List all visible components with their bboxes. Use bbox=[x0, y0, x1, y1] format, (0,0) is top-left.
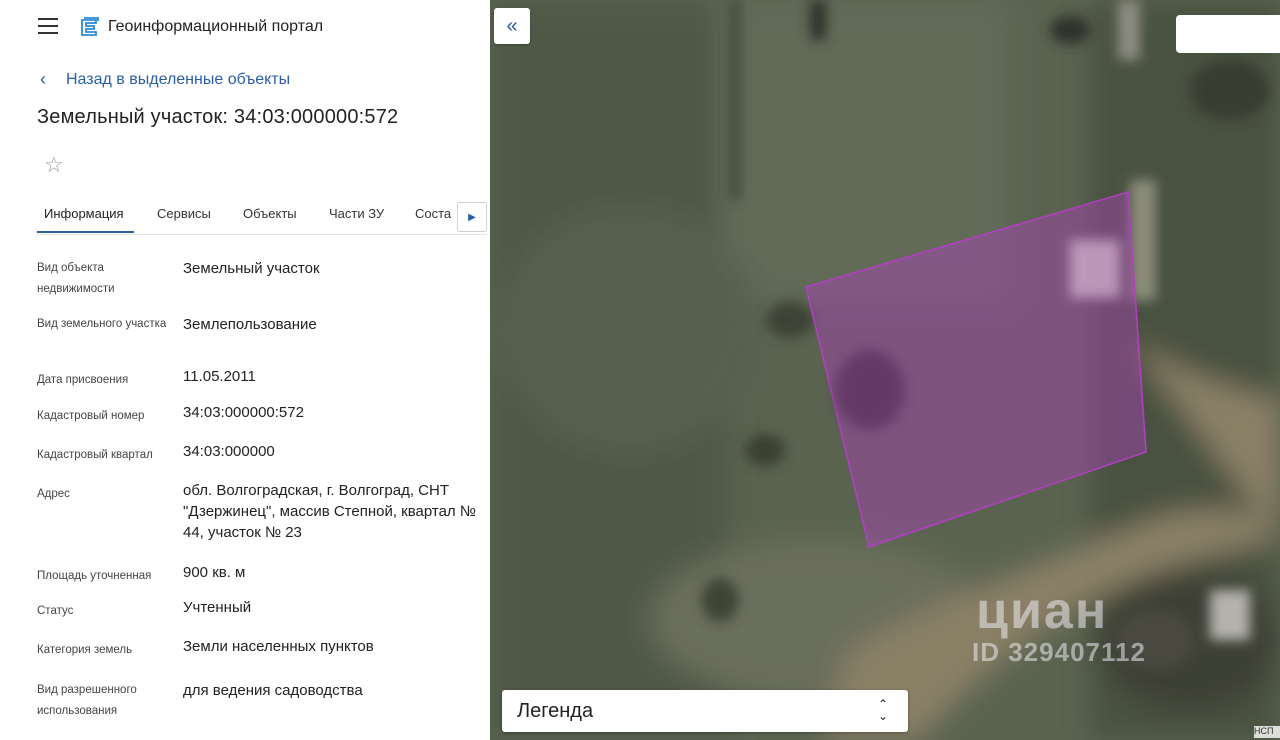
info-value: Земли населенных пунктов bbox=[183, 638, 374, 655]
satellite-imagery bbox=[490, 0, 1280, 740]
info-label: Адрес bbox=[37, 488, 70, 500]
back-link-label: Назад в выделенные объекты bbox=[66, 70, 291, 88]
tab-parts[interactable]: Части ЗУ bbox=[329, 206, 384, 221]
watermark-brand: циан bbox=[976, 582, 1109, 640]
chevron-left-icon: ‹ bbox=[40, 69, 46, 89]
info-value: обл. Волгоградская, г. Волгоград, СНТ "Д… bbox=[183, 482, 476, 541]
info-label: Вид объекта недвижимости bbox=[37, 262, 115, 295]
info-label: Кадастровый номер bbox=[37, 410, 145, 422]
info-panel: Геоинформационный портал ‹ Назад в выдел… bbox=[0, 0, 490, 740]
info-value: 11.05.2011 bbox=[183, 368, 256, 385]
map-attribution: НСП bbox=[1254, 726, 1280, 738]
favorite-star-icon[interactable]: ☆ bbox=[44, 152, 64, 178]
top-bar: Геоинформационный портал bbox=[0, 0, 490, 56]
info-value: 900 кв. м bbox=[183, 564, 246, 581]
active-tab-indicator bbox=[37, 231, 134, 233]
info-label: Площадь уточненная bbox=[37, 570, 152, 582]
back-to-selected-link[interactable]: ‹ Назад в выделенные объекты bbox=[40, 69, 290, 90]
info-value: Учтенный bbox=[183, 599, 252, 616]
tabs-scroll-right-button[interactable]: ▶ bbox=[457, 202, 487, 232]
cian-watermark: циан ID 329407112 bbox=[936, 585, 1146, 668]
map-search-box[interactable] bbox=[1176, 15, 1280, 53]
info-label: Вид земельного участка bbox=[37, 318, 167, 330]
info-label: Кадастровый квартал bbox=[37, 449, 153, 461]
double-chevron-left-icon: « bbox=[506, 14, 518, 37]
portal-logo-icon bbox=[81, 17, 99, 36]
map-view[interactable]: « циан ID 329407112 Легенда ⌃ ⌄ НСП bbox=[490, 0, 1280, 740]
info-label: Дата присвоения bbox=[37, 374, 129, 386]
collapse-panel-button[interactable]: « bbox=[494, 8, 530, 44]
info-value: 34:03:000000:572 bbox=[183, 404, 304, 421]
info-value: для ведения садоводства bbox=[183, 682, 363, 699]
chevron-up-down-icon: ⌃ ⌄ bbox=[877, 697, 888, 723]
tab-services[interactable]: Сервисы bbox=[157, 206, 211, 221]
legend-select[interactable]: Легенда ⌃ ⌄ bbox=[502, 690, 908, 732]
info-value: 34:03:000000 bbox=[183, 443, 275, 460]
triangle-right-icon: ▶ bbox=[468, 211, 476, 223]
info-label: Статус bbox=[37, 605, 74, 617]
tab-information[interactable]: Информация bbox=[44, 206, 124, 221]
info-label: Категория земель bbox=[37, 644, 133, 656]
info-value: Землепользование bbox=[183, 316, 317, 333]
tab-bar: Информация Сервисы Объекты Части ЗУ Сост… bbox=[37, 198, 487, 235]
page-title: Земельный участок: 34:03:000000:572 bbox=[37, 106, 399, 128]
app-title: Геоинформационный портал bbox=[108, 18, 324, 35]
legend-label: Легенда bbox=[517, 700, 594, 722]
menu-icon[interactable] bbox=[38, 18, 58, 34]
watermark-id: ID 329407112 bbox=[972, 637, 1146, 667]
info-label: Вид разрешенного использования bbox=[37, 684, 137, 717]
tab-composition[interactable]: Соста bbox=[415, 206, 451, 221]
tab-objects[interactable]: Объекты bbox=[243, 206, 297, 221]
info-value: Земельный участок bbox=[183, 260, 320, 277]
